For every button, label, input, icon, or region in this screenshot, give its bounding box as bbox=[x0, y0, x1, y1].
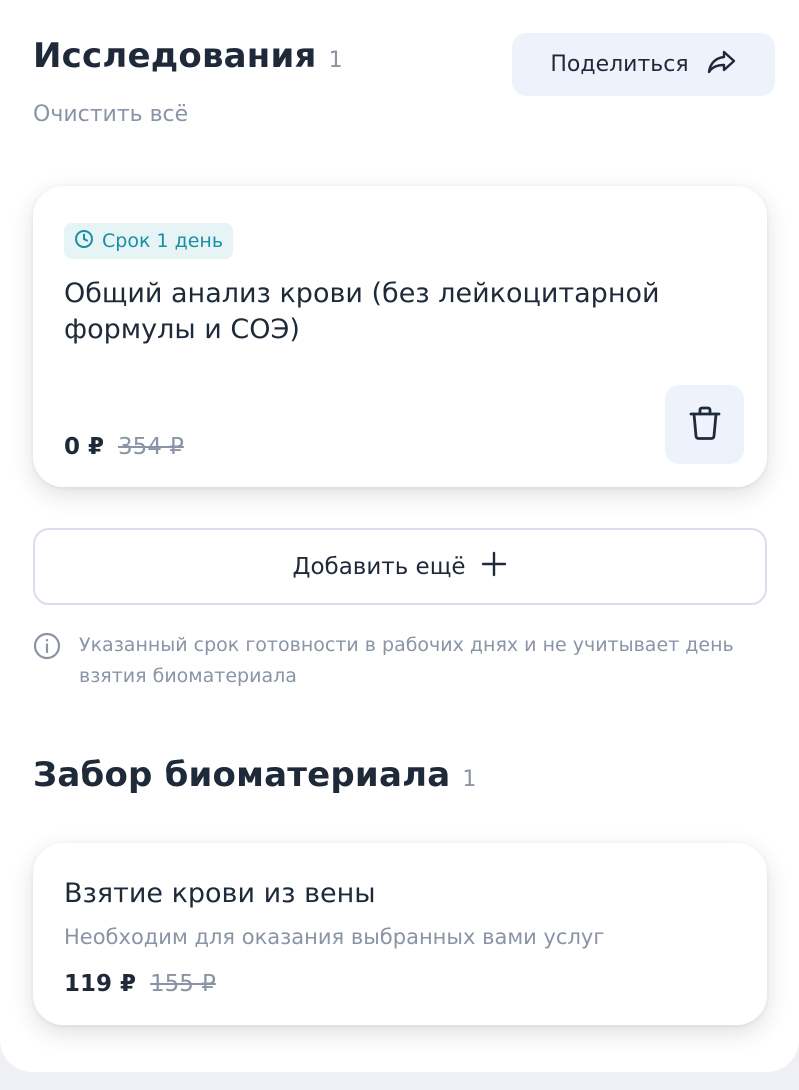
add-more-button[interactable]: Добавить ещё bbox=[33, 528, 767, 605]
clear-all-link[interactable]: Очистить всё bbox=[33, 102, 188, 127]
study-old-price: 354 ₽ bbox=[118, 434, 184, 460]
info-note: Указанный срок готовности в рабочих днях… bbox=[33, 630, 767, 692]
service-description: Необходим для оказания выбранных вами ус… bbox=[64, 925, 605, 949]
share-arrow-icon bbox=[707, 49, 737, 81]
studies-title-text: Исследования bbox=[33, 36, 317, 76]
study-card: Срок 1 день Общий анализ крови (без лейк… bbox=[33, 186, 767, 487]
cart-panel: Исследования 1 Поделиться Очистить всё Ср… bbox=[0, 0, 799, 1072]
studies-count: 1 bbox=[328, 48, 343, 73]
service-name: Взятие крови из вены bbox=[64, 878, 376, 909]
biomaterial-section-title: Забор биоматериала 1 bbox=[33, 755, 477, 795]
delete-study-button[interactable] bbox=[665, 385, 744, 464]
term-badge: Срок 1 день bbox=[64, 223, 234, 259]
info-icon bbox=[33, 630, 61, 692]
plus-icon bbox=[480, 550, 508, 584]
service-price: 119 ₽ bbox=[64, 971, 137, 997]
study-price-row: 0 ₽ 354 ₽ bbox=[64, 434, 184, 460]
service-card: Взятие крови из вены Необходим для оказа… bbox=[33, 843, 767, 1025]
share-button[interactable]: Поделиться bbox=[512, 33, 775, 96]
clock-icon bbox=[74, 229, 94, 254]
study-name: Общий анализ крови (без лейкоцитарной фо… bbox=[64, 278, 660, 345]
service-price-row: 119 ₽ 155 ₽ bbox=[64, 971, 216, 997]
studies-section-title: Исследования 1 bbox=[33, 36, 343, 76]
info-note-text: Указанный срок готовности в рабочих днях… bbox=[79, 634, 734, 687]
biomaterial-title-text: Забор биоматериала bbox=[33, 755, 451, 795]
service-old-price: 155 ₽ bbox=[150, 971, 216, 997]
biomaterial-count: 1 bbox=[462, 767, 477, 792]
trash-icon bbox=[687, 404, 723, 446]
study-price: 0 ₽ bbox=[64, 434, 105, 460]
share-button-label: Поделиться bbox=[550, 52, 689, 77]
term-badge-label: Срок 1 день bbox=[102, 230, 224, 252]
add-more-label: Добавить ещё bbox=[292, 553, 466, 580]
